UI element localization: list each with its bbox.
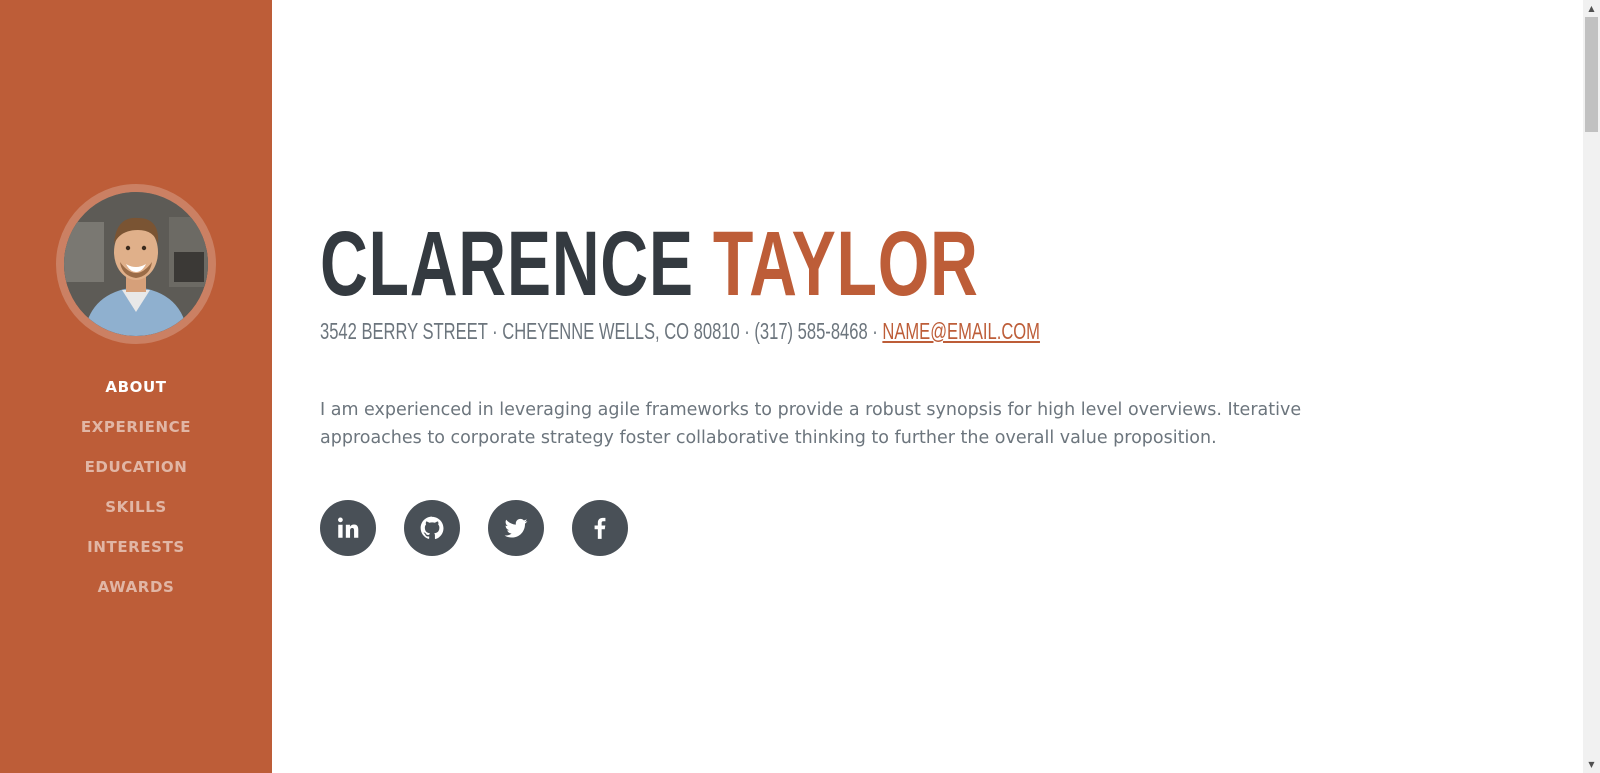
contact-line: 3542 Berry Street · Cheyenne Wells, CO 8… (320, 318, 1040, 345)
nav-link-interests[interactable]: Interests (87, 538, 185, 556)
email-link[interactable]: name@email.com (882, 318, 1040, 344)
nav-item-education: Education (0, 447, 272, 487)
facebook-icon (594, 517, 606, 539)
facebook-button[interactable] (572, 500, 628, 556)
nav-link-about[interactable]: About (105, 378, 166, 396)
scroll-down-arrow-icon[interactable]: ▼ (1583, 756, 1600, 773)
nav-list: About Experience Education Skills Intere… (0, 367, 272, 607)
scrollbar[interactable]: ▲ ▼ (1583, 0, 1600, 773)
github-button[interactable] (404, 500, 460, 556)
nav-link-awards[interactable]: Awards (98, 578, 175, 596)
github-icon (420, 516, 444, 540)
avatar-photo (64, 192, 208, 336)
nav-item-about: About (0, 367, 272, 407)
nav-item-skills: Skills (0, 487, 272, 527)
scrollbar-thumb[interactable] (1585, 17, 1598, 132)
nav-link-skills[interactable]: Skills (105, 498, 167, 516)
first-name: Clarence (320, 213, 694, 315)
avatar[interactable] (64, 192, 208, 336)
linkedin-button[interactable] (320, 500, 376, 556)
avatar-ring (56, 184, 216, 344)
page-title: Clarence Taylor (320, 218, 979, 310)
nav-item-experience: Experience (0, 407, 272, 447)
last-name: Taylor (712, 213, 979, 315)
sidebar-nav: About Experience Education Skills Intere… (0, 0, 272, 773)
scroll-up-arrow-icon[interactable]: ▲ (1583, 0, 1600, 17)
linkedin-icon (338, 517, 359, 538)
twitter-button[interactable] (488, 500, 544, 556)
nav-item-awards: Awards (0, 567, 272, 607)
nav-link-education[interactable]: Education (85, 458, 188, 476)
bio-text: I am experienced in leveraging agile fra… (320, 400, 1302, 448)
twitter-icon (504, 518, 528, 538)
about-section: Clarence Taylor 3542 Berry Street · Chey… (272, 0, 1583, 773)
social-icons (320, 500, 656, 556)
address-text: 3542 Berry Street · Cheyenne Wells, CO 8… (320, 318, 878, 344)
nav-item-interests: Interests (0, 527, 272, 567)
nav-link-experience[interactable]: Experience (81, 418, 191, 436)
